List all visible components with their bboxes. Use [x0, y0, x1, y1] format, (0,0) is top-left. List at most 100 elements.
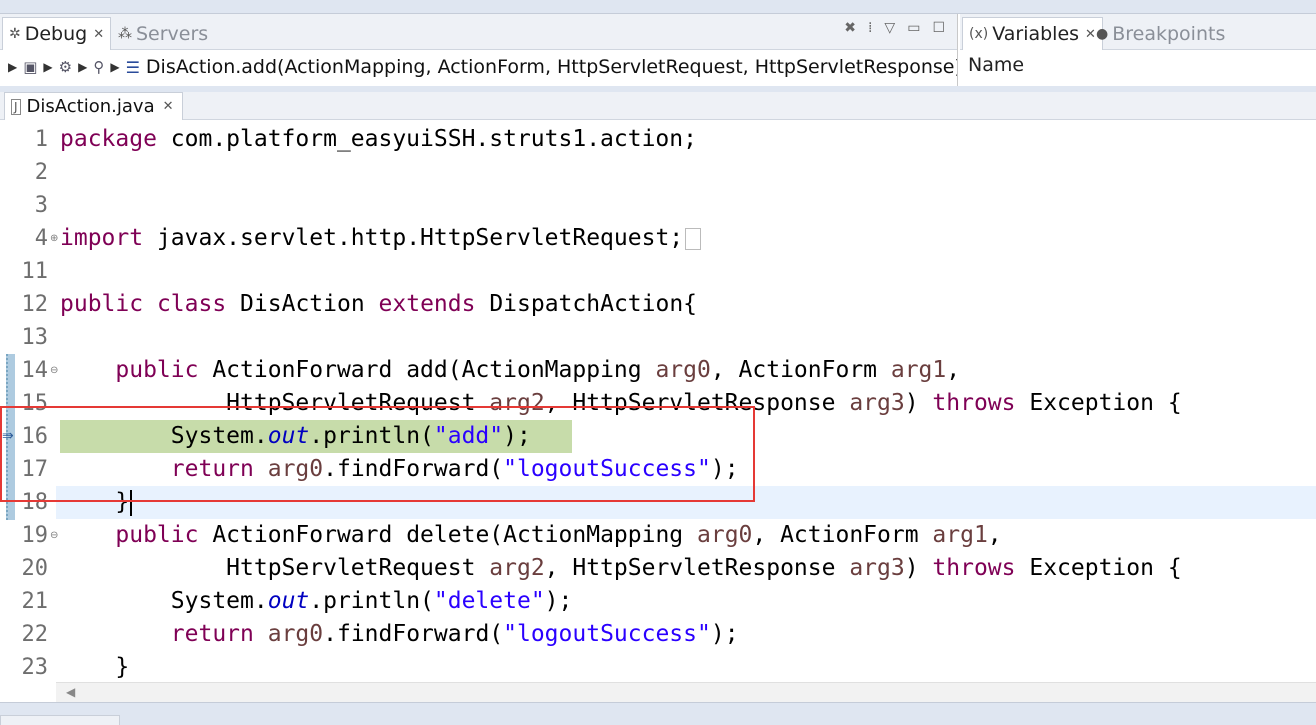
- code-line[interactable]: package com.platform_easyuiSSH.struts1.a…: [60, 123, 697, 156]
- tab-debug-label: Debug: [24, 23, 88, 45]
- keyword: public: [115, 357, 199, 383]
- close-icon[interactable]: ✕: [163, 99, 174, 114]
- static-field: out: [267, 588, 310, 614]
- punctuation: ,: [946, 357, 961, 383]
- horizontal-scrollbar[interactable]: ◀: [56, 682, 1316, 702]
- tab-debug[interactable]: ✲ Debug ✕: [2, 17, 112, 50]
- line-number: 15: [21, 391, 49, 416]
- superclass-name: DispatchAction{: [475, 291, 698, 317]
- bottom-panel-strip: [0, 702, 1316, 725]
- tab-disaction-java[interactable]: J DisAction.java ✕: [4, 92, 183, 120]
- tab-variables-label: Variables: [992, 23, 1080, 45]
- punctuation: );: [503, 423, 531, 449]
- keyword: throws: [932, 390, 1016, 416]
- code-line[interactable]: HttpServletRequest arg2, HttpServletResp…: [60, 552, 1182, 585]
- keyword: return: [170, 621, 254, 647]
- parameter: arg0: [267, 456, 324, 482]
- code-line[interactable]: return arg0.findForward("logoutSuccess")…: [60, 618, 739, 651]
- maximize-icon[interactable]: ☐: [932, 20, 945, 36]
- bottom-panel-tab[interactable]: [0, 715, 120, 725]
- launch-icon: ▣: [23, 58, 38, 76]
- line-number: 3: [34, 193, 48, 218]
- string-literal: "add": [433, 423, 504, 449]
- window-top-strip: [0, 0, 1316, 14]
- expand-icon[interactable]: ▶: [43, 60, 52, 74]
- code-line[interactable]: System.out.println("delete");: [60, 585, 573, 618]
- stack-frame-breadcrumb[interactable]: ▶ ▣ ▶ ⚙ ▶ ⚲ ▶ ☰ DisAction.add(ActionMapp…: [0, 52, 957, 82]
- folded-imports-box[interactable]: [685, 227, 702, 250]
- debug-view-tabs: ✲ Debug ✕ ⁂ Servers ✖ ⁞ ▽ ▭ ☐: [0, 14, 957, 50]
- line-number: 2: [34, 160, 48, 185]
- line-number: 4: [34, 226, 48, 251]
- breakpoints-icon: ●: [1096, 25, 1109, 42]
- line-number: 1: [34, 127, 48, 152]
- expand-icon[interactable]: ▶: [110, 60, 119, 74]
- line-number: 11: [21, 259, 49, 284]
- parameter: arg3: [849, 555, 905, 581]
- remove-terminated-icon[interactable]: ✖: [844, 20, 856, 36]
- type-name: , HttpServletResponse: [544, 390, 850, 416]
- code-line[interactable]: }: [60, 486, 133, 519]
- fold-collapse-icon[interactable]: ⊖: [50, 530, 58, 541]
- class-ref: System.: [170, 423, 268, 449]
- code-line[interactable]: System.out.println("add");: [60, 420, 531, 453]
- editor-tabs: J DisAction.java ✕: [0, 92, 1316, 120]
- parameter: arg0: [697, 522, 753, 548]
- type-name: ActionForward: [198, 357, 407, 383]
- variables-name-column-header[interactable]: Name: [968, 54, 1024, 76]
- punctuation: }: [115, 654, 130, 680]
- fold-expand-icon[interactable]: ⊕: [50, 233, 58, 244]
- tab-servers[interactable]: ⁂ Servers: [112, 17, 214, 50]
- collapse-icon[interactable]: ⁞: [868, 20, 872, 36]
- parameter: arg2: [489, 555, 545, 581]
- code-line[interactable]: public ActionForward delete(ActionMappin…: [60, 519, 1001, 552]
- code-area[interactable]: 1 2 3 4 ⊕ 11 12 13 14 ⊖ 15 16 ⇛ 17 18 19…: [0, 120, 1316, 680]
- type-name: ActionForward: [198, 522, 407, 548]
- type-name: , ActionForm: [752, 522, 933, 548]
- bug-icon: ✲: [9, 26, 21, 42]
- line-number: 16: [21, 424, 49, 449]
- fold-collapse-icon[interactable]: ⊖: [50, 365, 58, 376]
- variables-view: (x) Variables ✕ ● Breakpoints Name: [960, 14, 1316, 86]
- current-line-highlight: [56, 486, 1316, 519]
- expand-icon[interactable]: ▶: [78, 60, 87, 74]
- expand-icon[interactable]: ▶: [8, 60, 17, 74]
- keyword: public: [115, 522, 199, 548]
- tab-servers-label: Servers: [136, 22, 209, 45]
- code-line[interactable]: }: [60, 651, 129, 680]
- debug-view-toolbar: ✖ ⁞ ▽ ▭ ☐: [844, 20, 945, 36]
- tab-breakpoints-label: Breakpoints: [1112, 22, 1226, 45]
- import-name: javax.servlet.http.HttpServletRequest;: [143, 225, 684, 251]
- punctuation: );: [710, 456, 739, 482]
- line-number: 21: [21, 589, 49, 614]
- string-literal: "logoutSuccess": [503, 456, 711, 482]
- static-field: out: [267, 423, 310, 449]
- close-icon[interactable]: ✕: [93, 27, 104, 42]
- punctuation: ): [904, 390, 933, 416]
- line-number: 13: [21, 325, 49, 350]
- code-line[interactable]: import javax.servlet.http.HttpServletReq…: [60, 222, 702, 255]
- text-cursor: [130, 489, 133, 516]
- method-call: .println(: [309, 423, 434, 449]
- line-number: 14: [21, 358, 49, 383]
- tab-variables[interactable]: (x) Variables ✕: [962, 17, 1103, 50]
- scroll-left-icon[interactable]: ◀: [66, 685, 75, 699]
- method-signature: delete(ActionMapping: [406, 522, 697, 548]
- stack-frame-label[interactable]: DisAction.add(ActionMapping, ActionForm,…: [146, 56, 957, 78]
- chevron-down-icon[interactable]: ▽: [884, 20, 895, 36]
- keyword: class: [156, 291, 227, 317]
- keyword: package: [60, 126, 157, 152]
- keyword: extends: [378, 291, 476, 317]
- minimize-icon[interactable]: ▭: [907, 20, 920, 36]
- servers-icon: ⁂: [118, 25, 132, 42]
- code-line[interactable]: return arg0.findForward("logoutSuccess")…: [60, 453, 739, 486]
- keyword: throws: [932, 555, 1016, 581]
- code-line[interactable]: public ActionForward add(ActionMapping a…: [60, 354, 960, 387]
- parameter: arg1: [890, 357, 947, 383]
- code-line[interactable]: HttpServletRequest arg2, HttpServletResp…: [60, 387, 1182, 420]
- tab-breakpoints[interactable]: ● Breakpoints: [1090, 17, 1231, 50]
- debug-view: ✲ Debug ✕ ⁂ Servers ✖ ⁞ ▽ ▭ ☐ ▶ ▣ ▶ ⚙ ▶ …: [0, 14, 958, 86]
- keyword: import: [60, 225, 144, 251]
- method-call: .println(: [309, 588, 434, 614]
- code-line[interactable]: public class DisAction extends DispatchA…: [60, 288, 697, 321]
